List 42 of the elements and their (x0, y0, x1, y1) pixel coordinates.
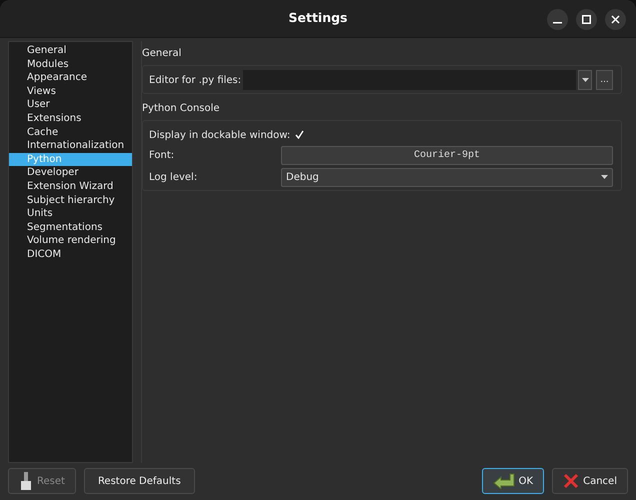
sidebar-item[interactable]: Extension Wizard (9, 180, 132, 194)
dropdown-arrow-icon (582, 78, 588, 82)
maximize-icon (582, 15, 591, 24)
window-title: Settings (288, 9, 348, 28)
minimize-icon (553, 22, 562, 24)
sidebar-item[interactable]: Views (9, 84, 132, 98)
checkbox[interactable] (295, 130, 306, 140)
log-level-dropdown[interactable]: Debug (281, 168, 613, 186)
maximize-button[interactable] (576, 9, 597, 30)
minimize-button[interactable] (547, 9, 568, 30)
restore-defaults-button[interactable]: Restore Defaults (84, 468, 195, 494)
sidebar-item[interactable]: Volume rendering (9, 234, 132, 248)
sidebar-item[interactable]: Cache (9, 126, 132, 140)
sidebar-item[interactable]: DICOM (9, 248, 132, 262)
close-button[interactable] (605, 9, 626, 30)
sidebar-item[interactable]: Internationalization (9, 139, 132, 153)
sidebar-item[interactable]: Units (9, 207, 132, 221)
section-title: Python Console (142, 102, 221, 116)
sidebar-item[interactable]: Appearance (9, 71, 132, 85)
font-button[interactable]: Courier-9pt (281, 146, 613, 164)
field-label: Editor for .py files: (149, 74, 242, 88)
field-label: Log level: (149, 170, 198, 184)
dropdown-button[interactable] (578, 70, 592, 90)
sidebar-item[interactable]: Extensions (9, 112, 132, 126)
broom-icon (19, 472, 33, 490)
section-title: General (142, 47, 182, 61)
ok-button[interactable]: OK (482, 468, 544, 494)
field-label: Font: (149, 148, 176, 162)
sidebar-item[interactable]: Subject hierarchy (9, 194, 132, 208)
cancel-button[interactable]: Cancel (552, 468, 628, 494)
arrow-icon (492, 473, 515, 489)
sidebar-item[interactable]: Developer (9, 166, 132, 180)
sidebar-item[interactable]: Segmentations (9, 220, 132, 234)
sidebar-item[interactable]: User (9, 98, 132, 112)
sidebar-item[interactable]: General (9, 44, 132, 58)
checkbox-label: Display in dockable window: (149, 128, 290, 142)
sidebar-item[interactable]: Modules (9, 58, 132, 72)
close-icon (611, 15, 620, 24)
check-icon (295, 130, 304, 139)
dropdown-arrow-icon (601, 175, 608, 179)
cross-icon (563, 473, 580, 489)
browse-button[interactable]: ... (596, 70, 613, 90)
